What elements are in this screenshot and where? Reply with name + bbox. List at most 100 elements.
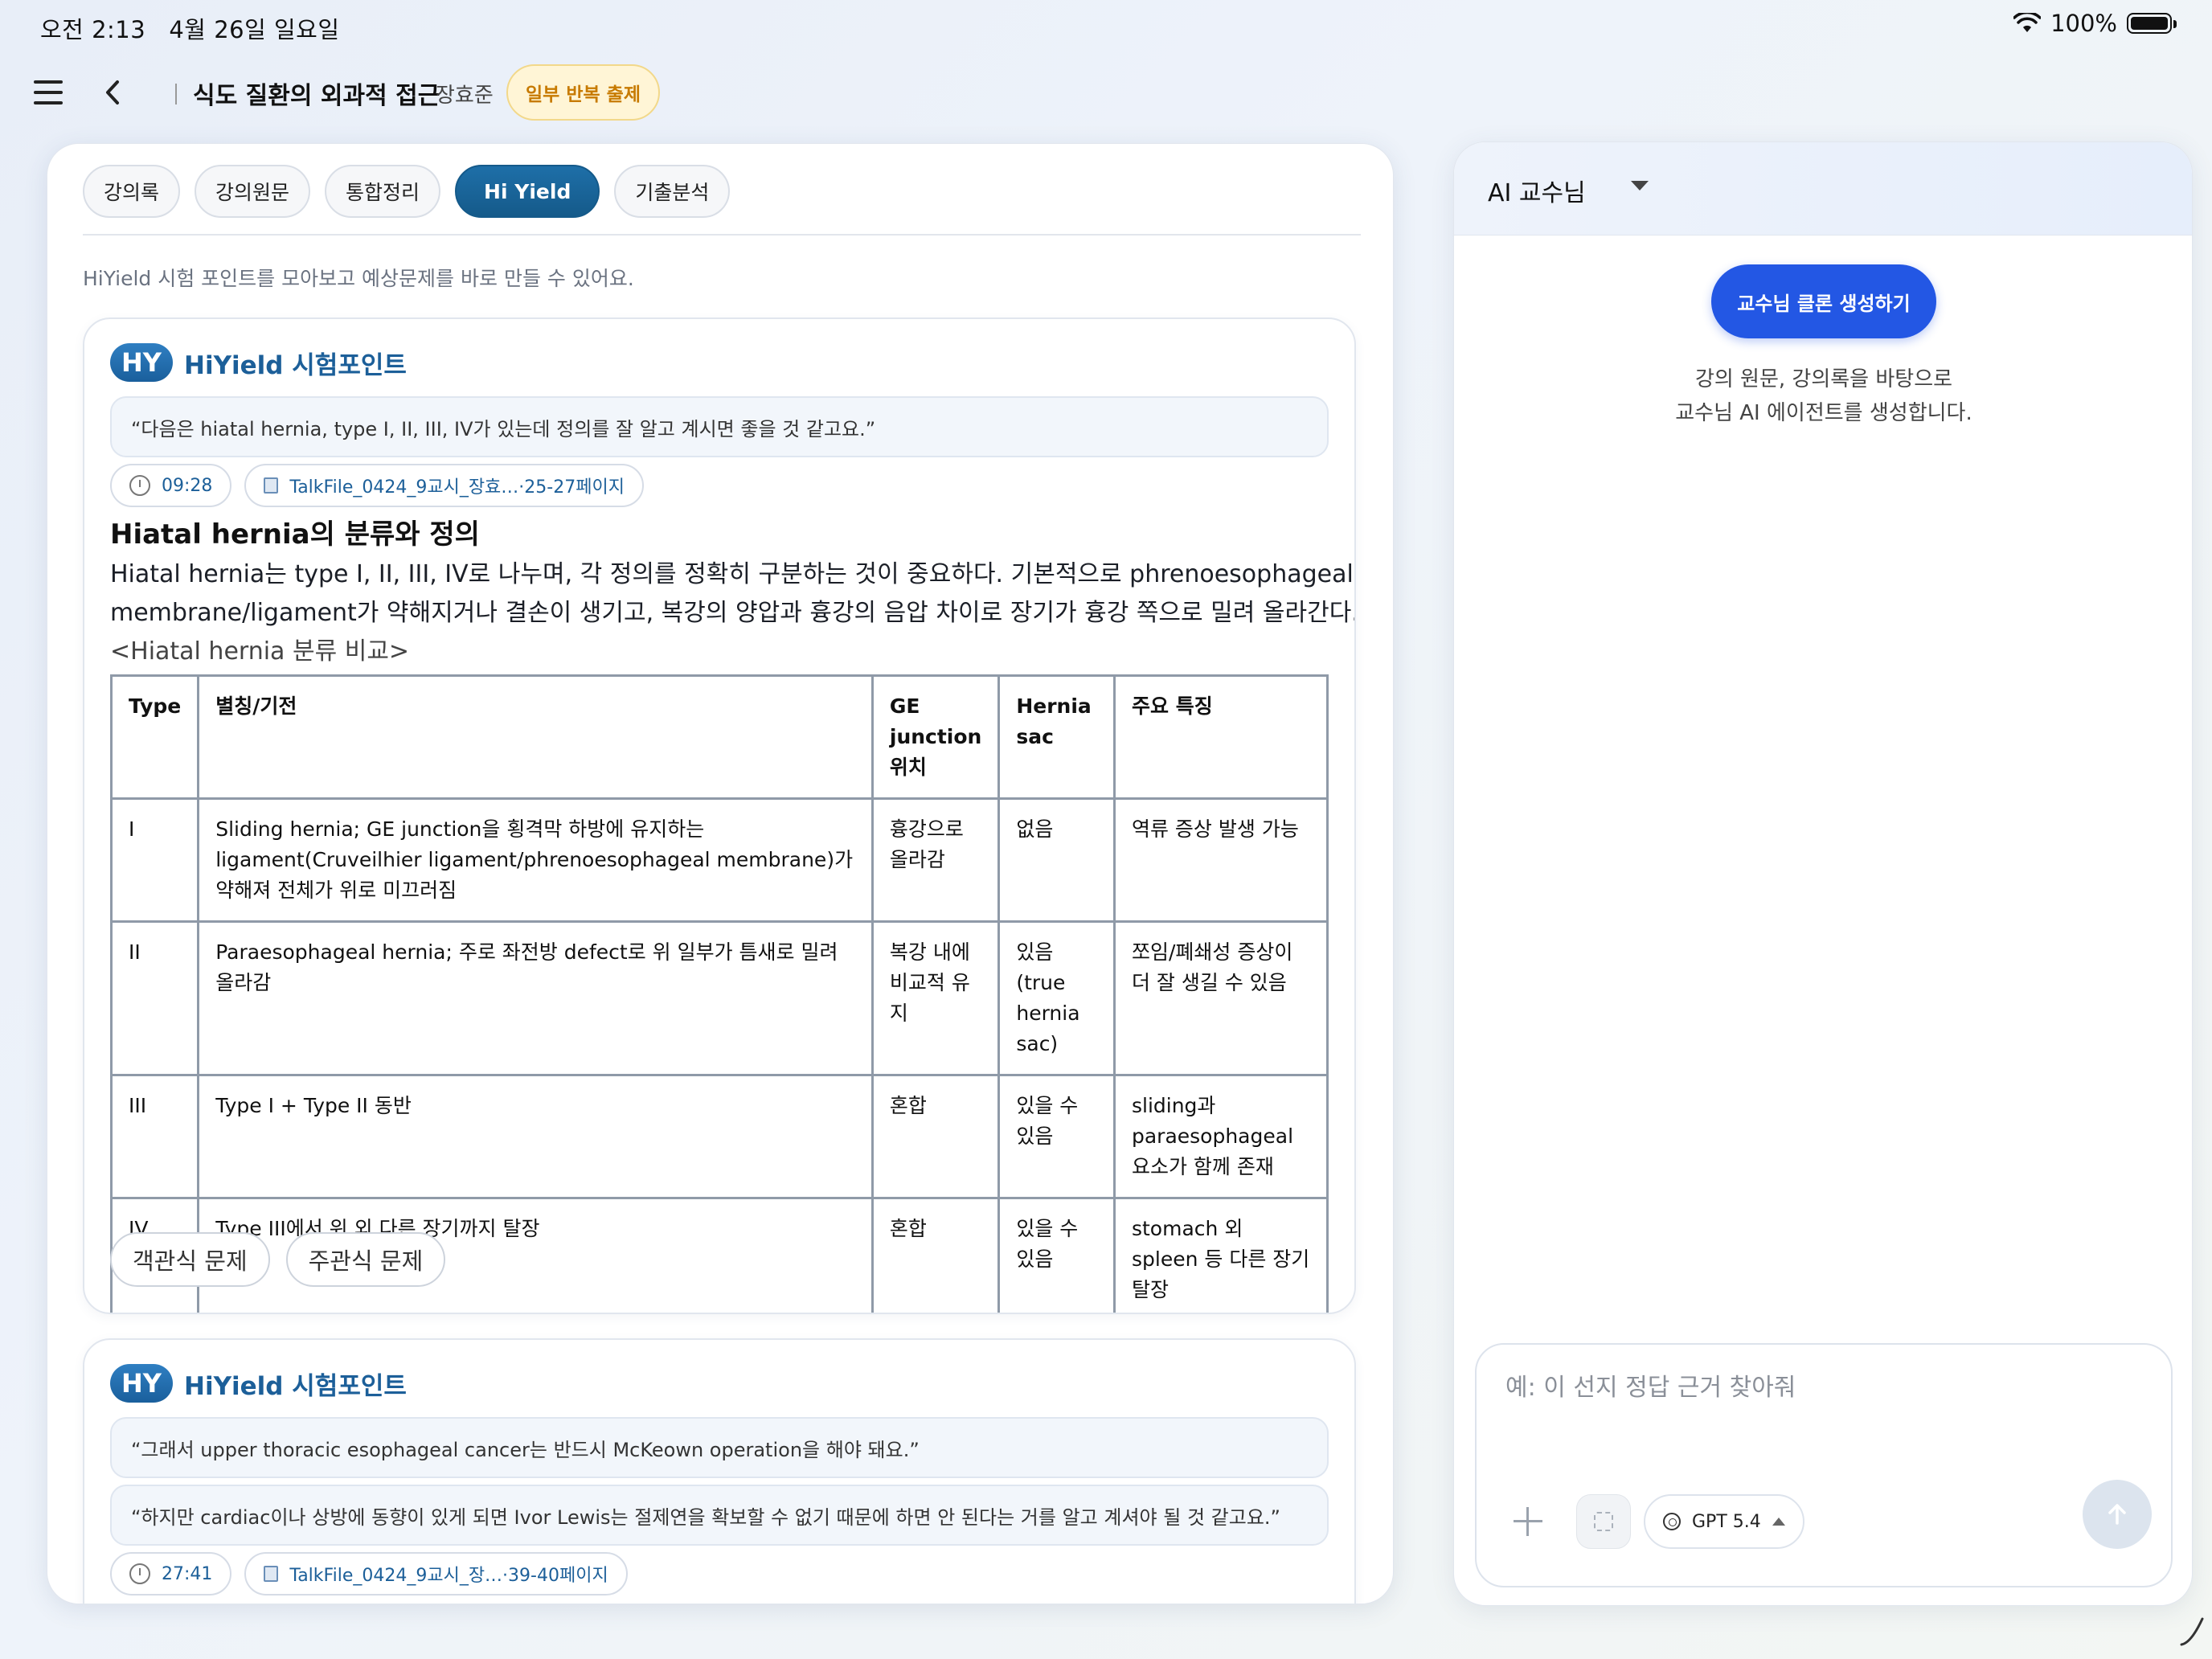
- table-row: III Type I + Type II 동반 혼합 있을 수 있음 slidi…: [109, 1074, 1329, 1199]
- tab-summary[interactable]: 통합정리: [325, 165, 441, 218]
- battery-icon: [2127, 13, 2177, 34]
- hiyield-card: HY HiYield 시험포인트 “그래서 upper thoracic eso…: [83, 1338, 1356, 1604]
- table-cell: 혼합: [870, 1074, 1001, 1199]
- tab-lecture-transcript[interactable]: 강의원문: [195, 165, 311, 218]
- table-cell: 있을 수 있음: [997, 1074, 1116, 1199]
- hy-logo: HY: [110, 1364, 173, 1403]
- lecture-quote: “하지만 cardiac이나 상방에 동향이 있게 되면 Ivor Lewis는…: [110, 1485, 1329, 1546]
- clone-desc-line-2: 교수님 AI 에이전트를 생성합니다.: [1675, 401, 1972, 425]
- table-cell: 있을 수 있음: [997, 1197, 1116, 1313]
- model-selector[interactable]: GPT 5.4: [1644, 1494, 1804, 1549]
- model-logo-icon: [1663, 1513, 1681, 1530]
- tab-divider: [83, 234, 1361, 236]
- table-caption: <Hiatal hernia 분류 비교>: [110, 637, 410, 666]
- ai-panel-header: AI 교수님: [1454, 142, 2192, 236]
- table-cell: sliding과 paraesophageal 요소가 함께 존재: [1112, 1074, 1329, 1199]
- table-header-row: Type 별칭/기전 GE junction 위치 Hernia sac 주요 …: [109, 674, 1329, 800]
- file-label: TalkFile_0424_9교시_장…·39-40페이지: [289, 1566, 608, 1586]
- timestamp-chip[interactable]: 09:28: [110, 464, 232, 507]
- plus-icon[interactable]: [1512, 1505, 1544, 1538]
- chat-input[interactable]: [1505, 1374, 2132, 1402]
- table-header: 주요 특징: [1112, 674, 1329, 800]
- content-card: 강의록 강의원문 통합정리 Hi Yield 기출분석 HiYield 시험 포…: [47, 143, 1394, 1604]
- table-cell: Sliding hernia; GE junction을 횡격막 하방에 유지하…: [197, 797, 874, 923]
- table-cell: 혼합: [870, 1197, 1001, 1313]
- section-body: Hiatal hernia는 type I, II, III, IV로 나누며,…: [110, 555, 1356, 671]
- wifi-icon: [2013, 13, 2042, 32]
- chat-composer: GPT 5.4: [1475, 1343, 2173, 1587]
- table-cell: 없음: [997, 797, 1116, 923]
- body-line-1: Hiatal hernia는 type I, II, III, IV로 나누며,…: [110, 560, 1354, 588]
- status-right: 100%: [2013, 10, 2177, 37]
- table-header: Type: [109, 674, 200, 800]
- file-label: TalkFile_0424_9교시_장효…·25-27페이지: [289, 477, 625, 498]
- short-answer-button[interactable]: 주관식 문제: [285, 1232, 446, 1287]
- intro-text: HiYield 시험 포인트를 모아보고 예상문제를 바로 만들 수 있어요.: [83, 267, 634, 290]
- timestamp-chip[interactable]: 27:41: [110, 1552, 232, 1596]
- table-header: GE junction 위치: [870, 674, 1001, 800]
- file-chip[interactable]: TalkFile_0424_9교시_장효…·25-27페이지: [244, 464, 644, 507]
- body-line-2: membrane/ligament가 약해지거나 결손이 생기고, 복강의 양압…: [110, 599, 1356, 627]
- pencil-indicator-icon: [2180, 1617, 2204, 1646]
- create-clone-button[interactable]: 교수님 클론 생성하기: [1711, 264, 1936, 338]
- status-bar: 오전 2:13 4월 26일 일요일 100%: [0, 0, 2212, 50]
- table-cell: Paraesophageal hernia; 주로 좌전방 defect로 위 …: [197, 920, 874, 1076]
- app-header: 식도 질환의 외과적 접근 장효준 일부 반복 출제: [0, 56, 1366, 129]
- timer-icon: [129, 475, 150, 496]
- table-cell: 쪼임/폐쇄성 증상이 더 잘 생길 수 있음: [1112, 920, 1329, 1076]
- table-row: I Sliding hernia; GE junction을 횡격막 하방에 유…: [109, 797, 1329, 923]
- lecture-quote: “그래서 upper thoracic esophageal cancer는 반…: [110, 1417, 1329, 1478]
- professor-name: 장효준: [436, 84, 494, 108]
- tab-lecture-notes[interactable]: 강의록: [83, 165, 181, 218]
- table-cell: 흉강으로 올라감: [870, 797, 1001, 923]
- hy-logo: HY: [110, 343, 173, 382]
- repeat-exam-badge: 일부 반복 출제: [506, 64, 660, 121]
- attach-button[interactable]: [1576, 1494, 1631, 1549]
- lecture-quote: “다음은 hiatal hernia, type I, II, III, IV가…: [110, 396, 1329, 457]
- table-cell: III: [109, 1074, 200, 1199]
- table-row: II Paraesophageal hernia; 주로 좌전방 defect로…: [109, 920, 1329, 1076]
- timer-icon: [129, 1563, 150, 1584]
- menu-icon[interactable]: [34, 80, 63, 104]
- ai-panel-title[interactable]: AI 교수님: [1488, 173, 1586, 208]
- table-cell: II: [109, 920, 200, 1076]
- arrow-up-icon: [2108, 1504, 2126, 1525]
- ai-professor-panel: AI 교수님 교수님 클론 생성하기 강의 원문, 강의록을 바탕으로 교수님 …: [1453, 141, 2193, 1606]
- document-icon: [264, 1566, 279, 1582]
- tab-hi-yield[interactable]: Hi Yield: [455, 165, 600, 218]
- hiyield-header: HY HiYield 시험포인트: [110, 343, 407, 382]
- tab-past-exams[interactable]: 기출분석: [614, 165, 731, 218]
- table-header: 별칭/기전: [197, 674, 874, 800]
- status-time-date: 오전 2:13 4월 26일 일요일: [40, 16, 340, 43]
- table-cell: stomach 외 spleen 등 다른 장기 탈장: [1112, 1197, 1329, 1313]
- model-name: GPT 5.4: [1692, 1511, 1761, 1532]
- table-cell: 역류 증상 발생 가능: [1112, 797, 1329, 923]
- hiyield-title: HiYield 시험포인트: [184, 1371, 407, 1401]
- table-cell: I: [109, 797, 200, 923]
- table-cell: 복강 내에 비교적 유지: [870, 920, 1001, 1076]
- back-chevron-icon[interactable]: [96, 74, 129, 111]
- file-chip[interactable]: TalkFile_0424_9교시_장…·39-40페이지: [244, 1552, 628, 1596]
- document-icon: [264, 477, 279, 494]
- send-button[interactable]: [2083, 1480, 2152, 1549]
- select-area-icon: [1594, 1512, 1613, 1531]
- battery-percent: 100%: [2050, 10, 2117, 37]
- table-cell: Type I + Type II 동반: [197, 1074, 874, 1199]
- course-title: 식도 질환의 외과적 접근: [193, 82, 440, 110]
- hiyield-title: HiYield 시험포인트: [184, 350, 407, 380]
- hernia-type-table: Type 별칭/기전 GE junction 위치 Hernia sac 주요 …: [109, 674, 1329, 1313]
- multiple-choice-button[interactable]: 객관식 문제: [110, 1232, 270, 1287]
- source-chips: 27:41 TalkFile_0424_9교시_장…·39-40페이지: [110, 1552, 628, 1596]
- hiyield-header: HY HiYield 시험포인트: [110, 1364, 407, 1403]
- timestamp-label: 27:41: [162, 1563, 213, 1584]
- tab-bar: 강의록 강의원문 통합정리 Hi Yield 기출분석: [83, 165, 731, 218]
- hiyield-card: HY HiYield 시험포인트 “다음은 hiatal hernia, typ…: [83, 317, 1356, 1314]
- clone-desc-line-1: 강의 원문, 강의록을 바탕으로: [1694, 367, 1953, 391]
- table-cell: 있음(true hernia sac): [997, 920, 1116, 1076]
- header-divider: [175, 84, 177, 104]
- question-buttons: 객관식 문제 주관식 문제: [110, 1232, 446, 1287]
- timestamp-label: 09:28: [162, 475, 213, 496]
- section-heading: Hiatal hernia의 분류와 정의: [110, 518, 480, 551]
- table-header: Hernia sac: [997, 674, 1116, 800]
- dropdown-caret-icon[interactable]: [1631, 181, 1649, 190]
